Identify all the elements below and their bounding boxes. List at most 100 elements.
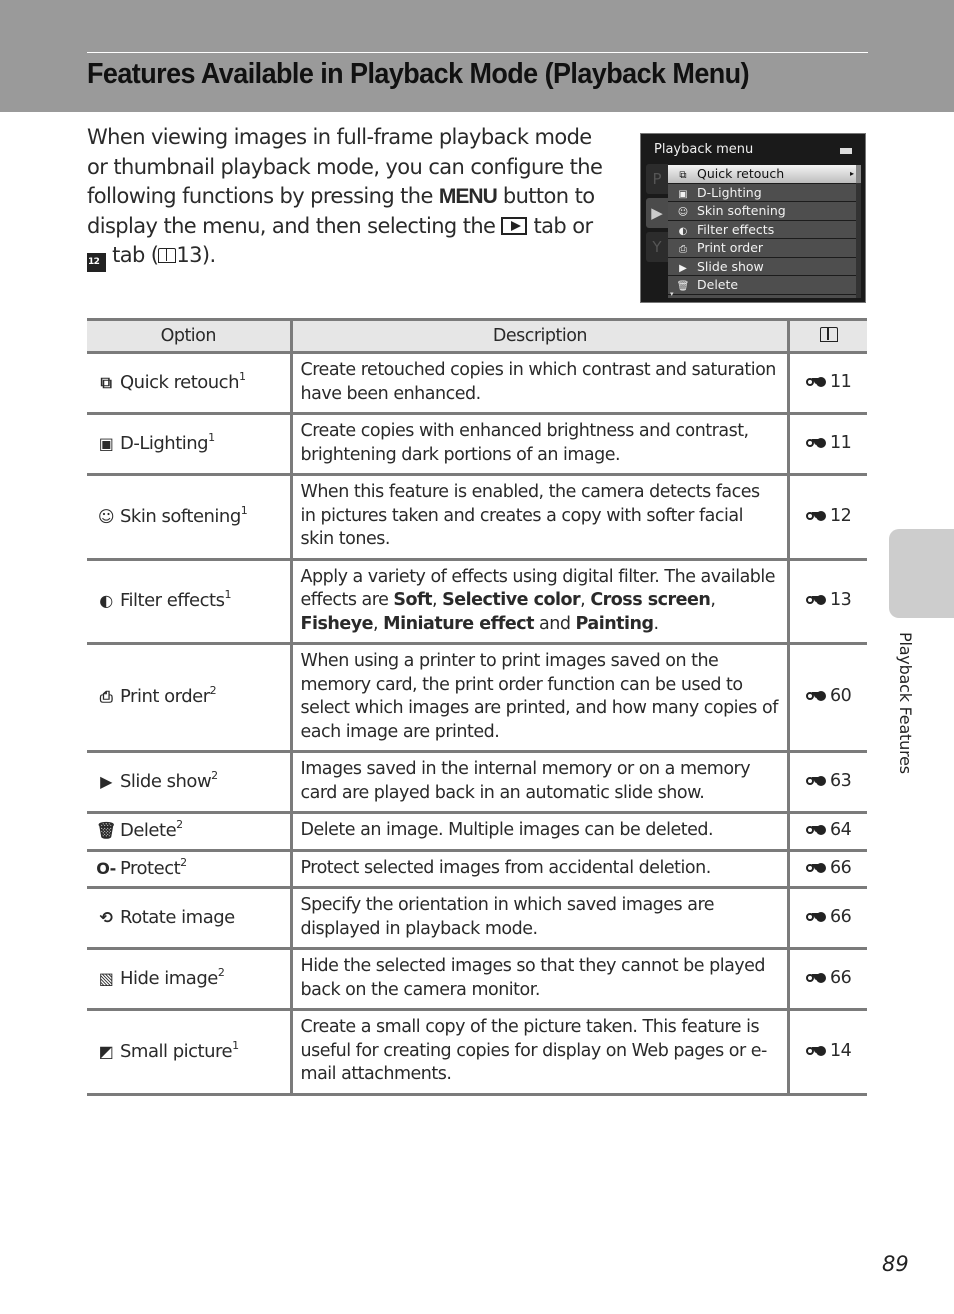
description-text: Specify the orientation in which saved i…: [300, 895, 715, 939]
description-cell: Apply a variety of effects using digital…: [291, 557, 791, 645]
description-text: ,: [580, 590, 591, 610]
description-text: Hide the selected images so that they ca…: [300, 956, 766, 1000]
reference-cell: 66: [788, 848, 867, 889]
effect-name: Fisheye: [300, 613, 374, 634]
submenu-arrow-icon: ▸: [849, 169, 854, 178]
book-icon: [819, 327, 838, 342]
footnote-marker: 1: [240, 503, 248, 517]
header-rule: [87, 52, 868, 53]
table-row: ⧉ Quick retouch1 Create retouched copies i…: [87, 351, 867, 415]
footnote-marker: 2: [180, 855, 187, 869]
option-name: Hide image: [120, 967, 218, 989]
option-cell: ⎙ Print order2: [87, 642, 293, 753]
reference-section-icon: [806, 594, 830, 606]
reference-page: 66: [830, 906, 852, 927]
camera-menu-item-label: Quick retouch: [697, 166, 785, 181]
camera-menu-item: ▣ D-Lighting: [668, 184, 858, 202]
description-cell: Create a small copy of the picture taken…: [291, 1008, 791, 1096]
description-text: When this feature is enabled, the camera…: [300, 482, 761, 549]
camera-menu-item-label: Skin softening: [697, 203, 786, 218]
effect-name: Cross screen: [590, 590, 711, 610]
hide-image-icon: ▧: [98, 968, 114, 988]
reference-cell: 66: [788, 886, 867, 950]
shooting-tab-icon: P: [646, 164, 668, 194]
column-header-option: Option: [87, 318, 293, 354]
table-row: O- Protect2 Protect selected images from a…: [87, 848, 867, 889]
option-name: Rotate image: [120, 906, 235, 928]
reference-cell: 13: [788, 557, 867, 645]
table-row: ⟲ Rotate image Specify the orientation in …: [87, 886, 867, 950]
option-cell: 🗑 Delete2: [87, 811, 293, 852]
reference-section-icon: [806, 972, 830, 984]
page-title: Features Available in Playback Mode (Pla…: [87, 58, 750, 90]
reference-page: 60: [830, 686, 852, 707]
description-text: Create copies with enhanced brightness a…: [300, 421, 750, 465]
effect-name: Soft: [393, 590, 433, 610]
description-cell: Specify the orientation in which saved i…: [291, 886, 791, 950]
camera-menu-list: ⧉ Quick retouch ▸ ▣ D-Lighting ☺ Skin softenin…: [668, 165, 858, 298]
book-icon: [158, 248, 177, 263]
option-cell: O- Protect2: [87, 848, 293, 889]
protect-icon: O-: [96, 858, 116, 878]
description-cell: When this feature is enabled, the camera…: [291, 473, 791, 561]
reference-page: 11: [830, 432, 852, 453]
description-cell: Create copies with enhanced brightness a…: [291, 412, 791, 476]
skin-softening-icon: ☺: [97, 506, 115, 526]
footnote-marker: 1: [238, 369, 246, 383]
camera-menu-item-label: D-Lighting: [697, 184, 762, 200]
reference-section-icon: [806, 510, 830, 522]
camera-menu-item-label: Slide show: [697, 258, 764, 274]
battery-icon: [840, 148, 852, 154]
table-row: ▶ Slide show2 Images saved in the internal…: [87, 750, 867, 814]
reference-section-icon: [806, 1045, 830, 1057]
footnote-marker: 2: [211, 768, 218, 782]
option-name: Skin softening: [120, 505, 241, 527]
reference-cell: 63: [788, 750, 867, 814]
reference-page: 14: [830, 1040, 852, 1061]
description-text: ,: [710, 590, 716, 610]
option-cell: ▶ Slide show2: [87, 750, 293, 814]
footnote-marker: 2: [217, 965, 225, 979]
description-cell: Create retouched copies in which contras…: [291, 351, 791, 415]
description-text: Delete an image. Multiple images can be …: [300, 820, 714, 840]
reference-page: 66: [830, 857, 852, 878]
option-name: Delete: [120, 820, 177, 841]
camera-menu-item: ☺ Skin softening: [668, 202, 858, 221]
reference-cell: 60: [788, 642, 867, 753]
small-picture-icon: ◩: [98, 1041, 114, 1061]
d-lighting-icon: ▣: [678, 188, 688, 200]
slide-show-icon: ▶: [100, 771, 112, 791]
reference-section-icon: [806, 824, 830, 836]
table-row: ◐ Filter effects1 Apply a variety of effec…: [87, 557, 867, 645]
list-by-date-tab-icon: 12: [87, 253, 106, 272]
table-row: 🗑 Delete2 Delete an image. Multiple images…: [87, 811, 867, 852]
option-name: Protect: [120, 857, 181, 879]
description-cell: Images saved in the internal memory or o…: [291, 750, 791, 814]
playback-tab-icon: ▶: [646, 198, 668, 228]
description-cell: Hide the selected images so that they ca…: [291, 947, 791, 1011]
footnote-marker: 2: [209, 684, 217, 698]
reference-page: 12: [830, 505, 852, 526]
option-name: Print order: [120, 686, 210, 708]
description-text: Create retouched copies in which contras…: [300, 360, 777, 404]
reference-cell: 66: [788, 947, 867, 1011]
description-cell: Protect selected images from accidental …: [291, 848, 791, 889]
option-name: Quick retouch: [120, 371, 239, 393]
option-name: Filter effects: [120, 590, 225, 611]
camera-menu-tabs: P ▶ Y: [646, 164, 668, 266]
quick-retouch-icon: ⧉: [679, 170, 687, 181]
intro-paragraph: When viewing images in full-frame playba…: [87, 123, 617, 272]
camera-menu-item-label: Filter effects: [697, 221, 775, 237]
camera-menu-scrollbar: [856, 165, 861, 298]
description-text: When using a printer to print images sav…: [300, 651, 779, 742]
playback-tab-icon: [501, 216, 528, 235]
option-cell: ☺ Skin softening1: [87, 473, 293, 561]
section-side-tab: [889, 529, 954, 618]
skin-softening-icon: ☺: [677, 207, 689, 218]
option-cell: ◐ Filter effects1: [87, 557, 293, 645]
filter-effects-icon: ◐: [99, 591, 113, 610]
more-items-arrow-icon: ▾: [670, 290, 674, 298]
reference-cell: 64: [788, 811, 867, 852]
option-cell: ▣ D-Lighting1: [87, 412, 293, 476]
description-cell: When using a printer to print images sav…: [291, 642, 791, 753]
